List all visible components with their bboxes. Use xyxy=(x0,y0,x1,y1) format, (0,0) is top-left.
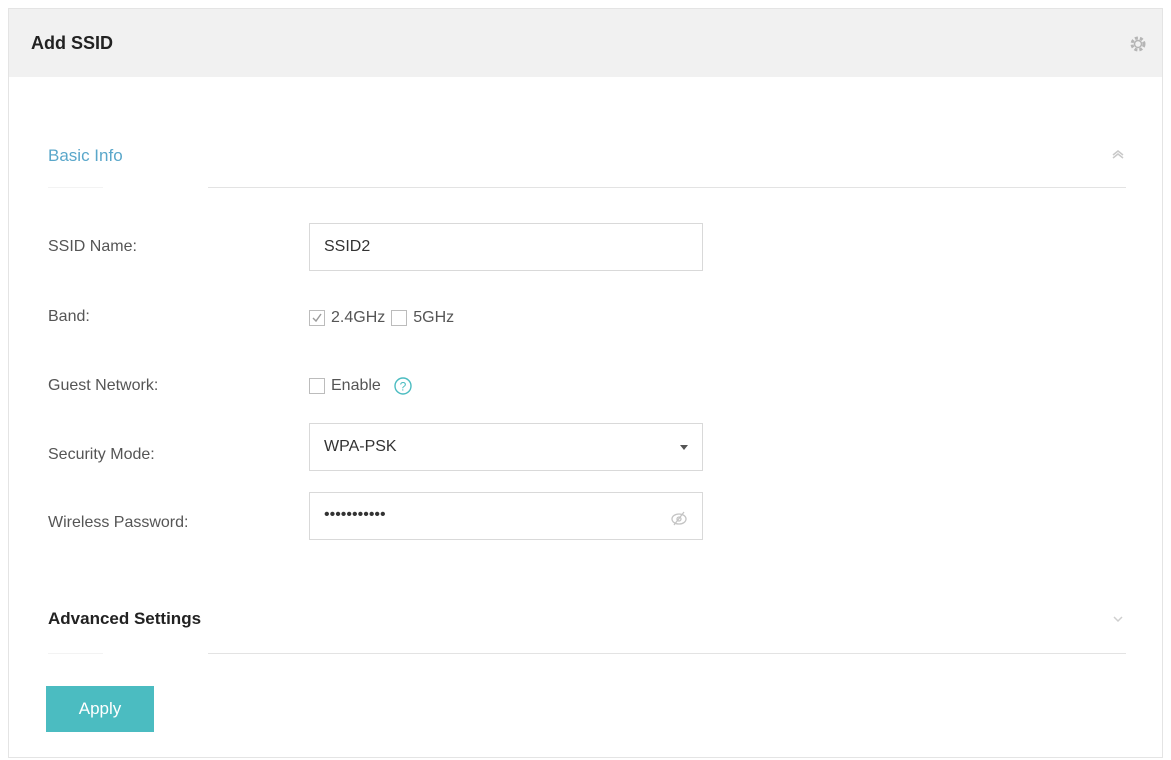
section-divider-accent xyxy=(48,653,103,654)
eye-off-icon[interactable] xyxy=(670,509,688,527)
wireless-password-input[interactable]: ••••••••••• xyxy=(309,492,703,540)
band-5ghz-checkbox[interactable] xyxy=(391,310,408,326)
chevron-up-icon[interactable] xyxy=(1110,148,1126,160)
guest-network-enable-checkbox[interactable] xyxy=(309,378,325,394)
guest-network-enable-label: Enable xyxy=(331,377,381,394)
security-mode-label: Security Mode: xyxy=(48,446,155,463)
section-divider-accent xyxy=(48,187,103,188)
advanced-settings-section-header[interactable]: Advanced Settings xyxy=(48,609,1126,655)
caret-down-icon xyxy=(680,445,688,450)
guest-network-group: Enable ? xyxy=(309,376,413,396)
ssid-name-input[interactable] xyxy=(309,223,703,271)
chevron-down-icon[interactable] xyxy=(1110,613,1126,625)
section-divider xyxy=(208,187,1126,188)
gear-icon[interactable] xyxy=(1128,34,1148,54)
band-label: Band: xyxy=(48,308,90,325)
section-divider xyxy=(208,653,1126,654)
panel-header: Add SSID xyxy=(9,9,1162,77)
question-circle-icon[interactable]: ? xyxy=(393,376,413,396)
wireless-password-value: ••••••••••• xyxy=(324,506,386,523)
advanced-settings-title: Advanced Settings xyxy=(48,609,202,628)
security-mode-value: WPA-PSK xyxy=(324,438,397,455)
band-2-4ghz-label: 2.4GHz xyxy=(331,309,386,326)
basic-info-title: Basic Info xyxy=(48,146,123,165)
band-5ghz-label: 5GHz xyxy=(413,309,455,326)
security-mode-select[interactable]: WPA-PSK xyxy=(309,423,703,471)
svg-text:?: ? xyxy=(399,380,406,394)
band-options: 2.4GHz 5GHz xyxy=(309,309,460,327)
ssid-name-label: SSID Name: xyxy=(48,238,137,255)
guest-network-label: Guest Network: xyxy=(48,377,159,394)
band-2-4ghz-checkbox[interactable] xyxy=(309,310,325,326)
panel-title: Add SSID xyxy=(31,33,114,53)
basic-info-section-header[interactable]: Basic Info xyxy=(48,146,1126,190)
apply-button[interactable]: Apply xyxy=(46,686,154,732)
wireless-password-label: Wireless Password: xyxy=(48,514,189,531)
